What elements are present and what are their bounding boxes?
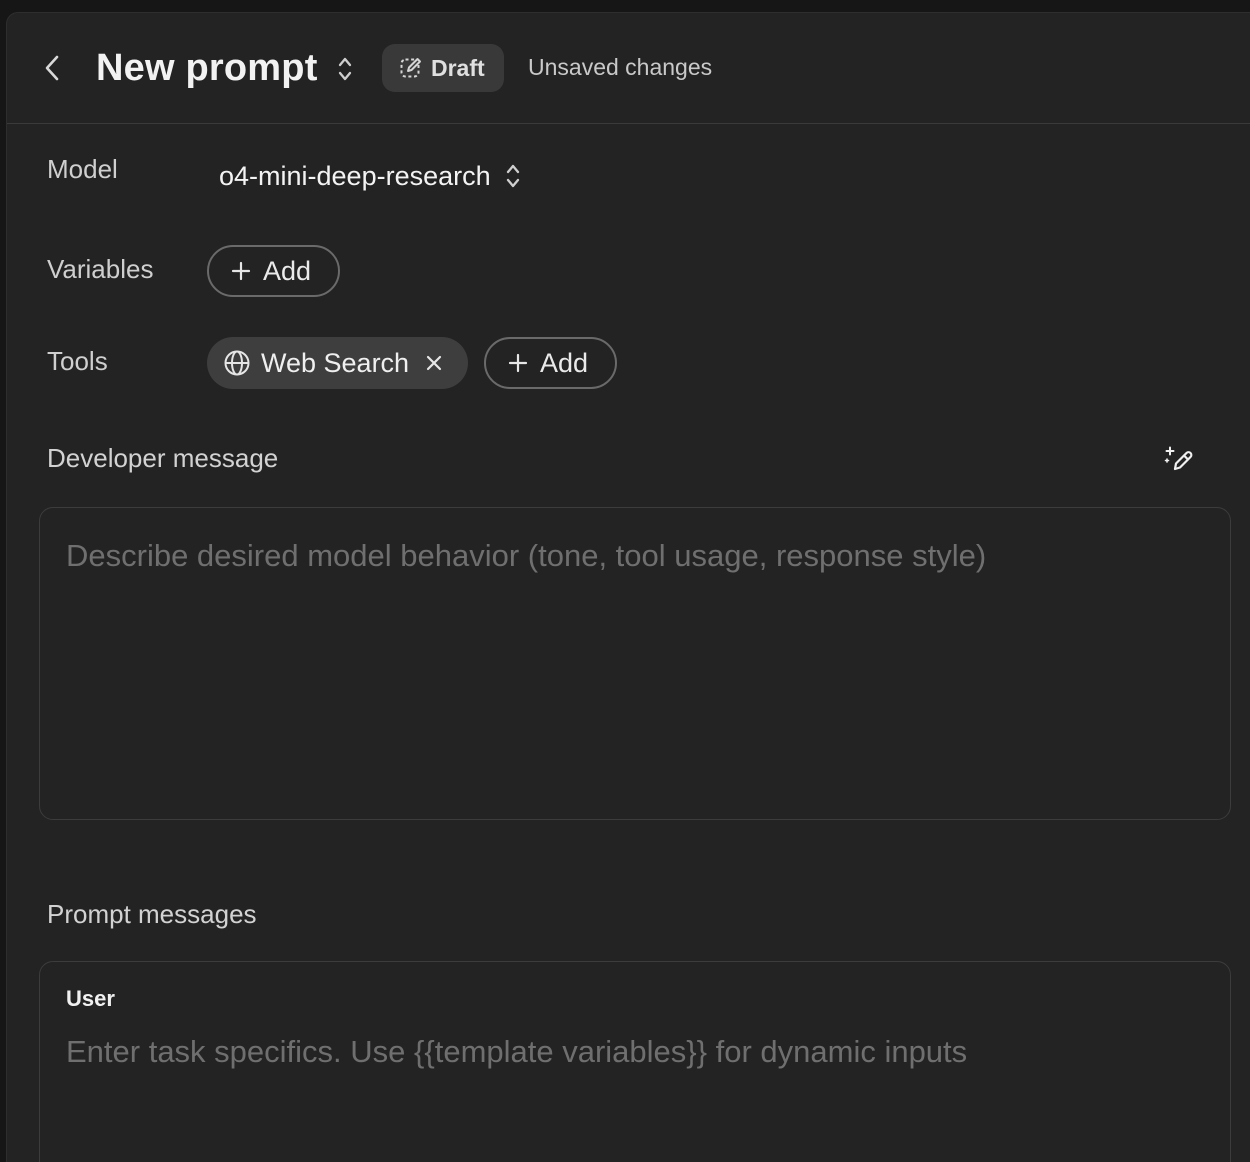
chevron-up-down-icon — [506, 164, 519, 188]
add-tool-label: Add — [540, 347, 589, 378]
tools-label: Tools — [47, 346, 108, 376]
add-variable-label: Add — [263, 255, 312, 286]
add-variable-button[interactable]: Add — [207, 245, 340, 297]
developer-message-input[interactable] — [40, 508, 1230, 819]
page-title[interactable]: New prompt — [96, 45, 318, 91]
plus-icon — [231, 261, 251, 281]
generate-button[interactable] — [1162, 443, 1196, 477]
user-message-input[interactable] — [40, 1024, 1230, 1162]
draft-badge-label: Draft — [431, 54, 485, 81]
chevron-left-icon — [45, 55, 59, 81]
prompt-messages-title: Prompt messages — [47, 899, 257, 929]
draft-status-badge: Draft — [382, 44, 504, 92]
globe-icon — [224, 350, 250, 376]
tool-chip-label: Web Search — [261, 347, 410, 378]
prompt-switcher-button[interactable] — [333, 53, 357, 85]
tool-chip-web-search[interactable]: Web Search — [207, 337, 468, 389]
close-icon — [426, 355, 442, 371]
model-value: o4-mini-deep-research — [219, 160, 491, 191]
developer-message-box — [39, 507, 1231, 820]
model-label: Model — [47, 154, 118, 184]
variables-label: Variables — [47, 254, 154, 284]
magic-pencil-icon — [1164, 446, 1193, 471]
add-tool-button[interactable]: Add — [484, 337, 617, 389]
model-select[interactable]: o4-mini-deep-research — [219, 158, 521, 194]
chevron-up-down-icon — [338, 57, 352, 81]
message-role-label[interactable]: User — [66, 986, 115, 1012]
remove-tool-button[interactable] — [425, 354, 443, 372]
prompt-editor-panel: New prompt Draft Unsaved changes Model o… — [6, 12, 1250, 1162]
header: New prompt Draft Unsaved changes — [7, 13, 1250, 124]
user-message-box: User — [39, 961, 1231, 1162]
developer-message-title: Developer message — [47, 443, 279, 473]
draft-edit-icon — [400, 58, 421, 78]
plus-icon — [508, 353, 528, 373]
back-button[interactable] — [37, 51, 67, 85]
unsaved-changes-text: Unsaved changes — [528, 54, 713, 80]
